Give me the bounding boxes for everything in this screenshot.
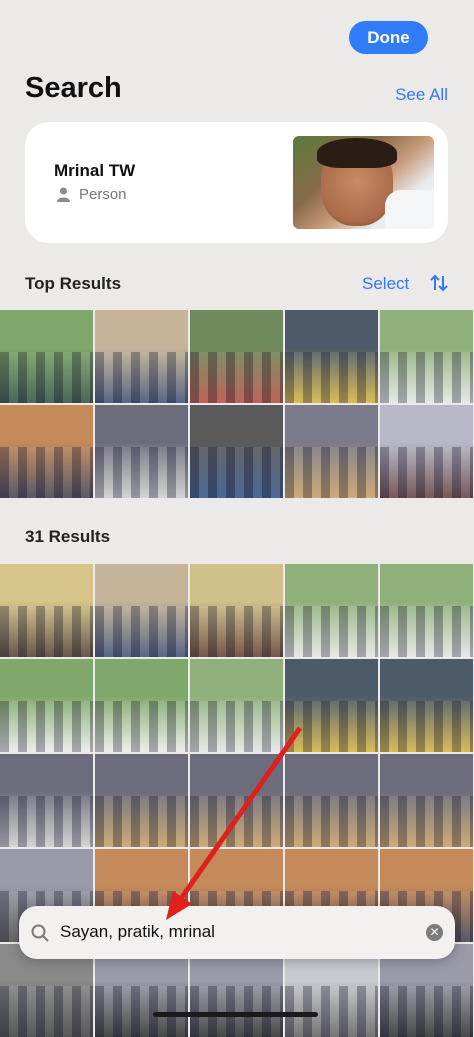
- photo-thumbnail[interactable]: [380, 754, 473, 847]
- person-icon: [57, 187, 70, 202]
- photo-thumbnail[interactable]: [0, 310, 93, 403]
- top-results-grid: [0, 310, 474, 498]
- photo-thumbnail[interactable]: [190, 405, 283, 498]
- photo-thumbnail[interactable]: [190, 564, 283, 657]
- photo-thumbnail[interactable]: [95, 405, 188, 498]
- select-button[interactable]: Select: [362, 274, 409, 294]
- person-name: Mrinal TW: [54, 161, 136, 180]
- photo-thumbnail[interactable]: [0, 564, 93, 657]
- photo-thumbnail[interactable]: [285, 659, 378, 752]
- search-icon: [31, 924, 49, 942]
- photo-thumbnail[interactable]: [95, 754, 188, 847]
- photo-thumbnail[interactable]: [190, 310, 283, 403]
- photo-thumbnail[interactable]: [0, 659, 93, 752]
- all-results-grid: [0, 564, 474, 1037]
- photo-thumbnail[interactable]: [380, 659, 473, 752]
- photo-thumbnail[interactable]: [285, 310, 378, 403]
- photo-thumbnail[interactable]: [190, 659, 283, 752]
- photo-thumbnail[interactable]: [285, 564, 378, 657]
- see-all-link[interactable]: See All: [395, 85, 448, 105]
- photo-thumbnail[interactable]: [190, 754, 283, 847]
- home-indicator[interactable]: [153, 1012, 318, 1017]
- photo-thumbnail[interactable]: [285, 405, 378, 498]
- photo-thumbnail[interactable]: [95, 310, 188, 403]
- photo-thumbnail[interactable]: [380, 310, 473, 403]
- clear-icon[interactable]: ✕: [426, 924, 443, 941]
- shirt-image: [385, 190, 434, 229]
- person-type-label: Person: [79, 186, 127, 203]
- hair-image: [317, 138, 397, 168]
- person-type: Person: [57, 186, 127, 203]
- page-title: Search: [25, 72, 122, 104]
- results-count-heading: 31 Results: [25, 527, 111, 546]
- photo-thumbnail[interactable]: [0, 754, 93, 847]
- person-result-card[interactable]: Mrinal TW Person: [25, 122, 448, 243]
- search-bar[interactable]: Sayan, pratik, mrinal ✕: [19, 906, 455, 959]
- done-button[interactable]: Done: [349, 21, 428, 54]
- photo-thumbnail[interactable]: [285, 754, 378, 847]
- search-input[interactable]: Sayan, pratik, mrinal: [60, 922, 215, 942]
- photo-thumbnail[interactable]: [95, 659, 188, 752]
- photo-thumbnail[interactable]: [0, 405, 93, 498]
- photo-thumbnail[interactable]: [380, 405, 473, 498]
- photo-thumbnail[interactable]: [95, 564, 188, 657]
- top-results-heading: Top Results: [25, 274, 122, 293]
- photo-thumbnail[interactable]: [380, 564, 473, 657]
- person-photo: [293, 136, 434, 229]
- sort-arrows-icon[interactable]: [429, 274, 449, 292]
